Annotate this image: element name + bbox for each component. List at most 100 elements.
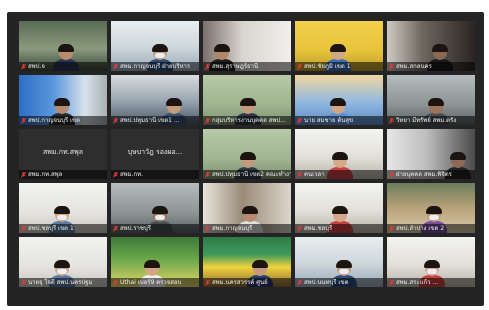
participant-name: สพป.ปทุมธานี เขต2 คณะทำงาน <box>212 171 291 178</box>
participant-name: สพม.กาญจนบุรี <box>212 225 253 232</box>
participant-name: สพป.ชัยภูมิ เขต 1 <box>304 63 351 70</box>
participant-name: สพม.สระแก้ว ... <box>396 279 439 286</box>
mic-muted-icon <box>205 171 210 178</box>
mic-muted-icon <box>21 225 26 232</box>
participant-name-bar: นาย สมชาย ต้นสุข <box>295 116 383 125</box>
participant-name-bar: Uthai เบอร์9 ตรวจสอบ <box>111 278 199 287</box>
participant-tile[interactable]: สพป.ปทุมธานี เขต1 ... <box>111 75 199 125</box>
participant-tile[interactable]: ฝ่ายบุคคล สพม.พิจิตร <box>387 129 475 179</box>
mic-muted-icon <box>389 171 394 178</box>
participant-gallery: สพป.จ สพม.กาญจนบุรี ฝ่ายบริหาร สพม.สุราษฎร… <box>19 21 475 287</box>
participant-name: กลุ่มบริหารงานบุคคล สพป... <box>212 117 286 124</box>
participant-name-bar: สพม.กท. <box>111 170 199 179</box>
participant-name-bar: สพป.ชัยภูมิ เขต 1 <box>295 62 383 71</box>
mic-muted-icon <box>205 225 210 232</box>
participant-name: สพม.กาญจนบุรี ฝ่ายบริหาร <box>120 63 191 70</box>
mic-muted-icon <box>113 171 118 178</box>
participant-name-bar: สพป.ราชบุรี <box>111 224 199 233</box>
participant-name-bar: สพป.กาญจนบุรี เขต <box>19 116 107 125</box>
mic-muted-icon <box>389 63 394 70</box>
participant-tile[interactable]: สพม.กาญจนบุรี <box>203 183 291 233</box>
meeting-window: สพป.จ สพม.กาญจนบุรี ฝ่ายบริหาร สพม.สุราษฎร… <box>7 12 484 306</box>
mic-muted-icon <box>205 117 210 124</box>
participant-tile[interactable]: สพม.สระแก้ว ... <box>387 237 475 287</box>
participant-name-bar: ฝ่ายบุคคล สพม.พิจิตร <box>387 170 475 179</box>
participant-tile[interactable]: กลุ่มบริหารงานบุคคล สพป... <box>203 75 291 125</box>
participant-name: สพม.กท.สพุล <box>28 171 63 178</box>
participant-name: สพป.ปทุมธานี เขต1 ... <box>120 117 180 124</box>
participant-tile[interactable]: สพป.กาญจนบุรี เขต <box>19 75 107 125</box>
participant-tile[interactable]: สพป.ชัยภูมิ เขต 1 <box>295 21 383 71</box>
mic-muted-icon <box>113 279 118 286</box>
participant-tile[interactable]: สพป.ชลบุรี เขต 1 <box>19 183 107 233</box>
mic-muted-icon <box>21 117 26 124</box>
participant-tile[interactable]: สพม.กาญจนบุรี ฝ่ายบริหาร <box>111 21 199 71</box>
participant-name: สพม.สกลนคร <box>396 63 432 70</box>
mic-muted-icon <box>113 225 118 232</box>
participant-name: ฝ่ายบุคคล สพม.พิจิตร <box>396 171 452 178</box>
participant-tile[interactable]: นายจุ ใจดี สพป.นครปฐม <box>19 237 107 287</box>
mic-muted-icon <box>113 63 118 70</box>
participant-tile[interactable]: คนเวลา <box>295 129 383 179</box>
participant-name-bar: วิทยา มีทรัพย์ สพม.ตรัง <box>387 116 475 125</box>
participant-tile[interactable]: สพม.ชลบุรี <box>295 183 383 233</box>
participant-name: คนเวลา <box>304 171 325 178</box>
participant-name-bar: สพม.ชลบุรี <box>295 224 383 233</box>
mic-muted-icon <box>389 117 394 124</box>
participant-name-bar: กลุ่มบริหารงานบุคคล สพป... <box>203 116 291 125</box>
participant-name-bar: สพป.ปทุมธานี เขต2 คณะทำงาน <box>203 170 291 179</box>
participant-name-bar: สพป.ชลบุรี เขต 1 <box>19 224 107 233</box>
participant-name-bar: สพม.นครสวรรค์ ศูนย์ <box>203 278 291 287</box>
participant-tile[interactable]: สพป.ปทุมธานี เขต2 คณะทำงาน <box>203 129 291 179</box>
participant-tile[interactable]: สพม.นครสวรรค์ ศูนย์ <box>203 237 291 287</box>
mic-muted-icon <box>297 225 302 232</box>
participant-name: สพป.ราชบุรี <box>120 225 152 232</box>
participant-tile[interactable]: นาย สมชาย ต้นสุข <box>295 75 383 125</box>
mic-muted-icon <box>21 171 26 178</box>
participant-name: วิทยา มีทรัพย์ สพม.ตรัง <box>396 117 457 124</box>
participant-tile[interactable]: สพม.กท.สพุล สพม.กท.สพุล <box>19 129 107 179</box>
participant-name-bar: สพป.จ <box>19 62 107 71</box>
mic-muted-icon <box>21 279 26 286</box>
participant-name: สพม.สุราษฎร์ธานี <box>212 63 259 70</box>
mic-muted-icon <box>297 117 302 124</box>
participant-name-bar: สพป.ปทุมธานี เขต1 ... <box>111 116 199 125</box>
participant-name-bar: สพม.สกลนคร <box>387 62 475 71</box>
participant-name: สพม.นครสวรรค์ ศูนย์ <box>212 279 268 286</box>
participant-name: สพป.จ <box>28 63 45 70</box>
participant-name: สพม.กท. <box>120 171 143 178</box>
mic-muted-icon <box>205 63 210 70</box>
participant-name-bar: สพม.สุราษฎร์ธานี <box>203 62 291 71</box>
mic-muted-icon <box>297 63 302 70</box>
participant-name-bar: สพม.กาญจนบุรี <box>203 224 291 233</box>
participant-tile[interactable]: สพป.ลำปาง เขต 2 <box>387 183 475 233</box>
participant-name-bar: สพป.นนทบุรี เขต <box>295 278 383 287</box>
mic-muted-icon <box>389 279 394 286</box>
participant-tile[interactable]: สพม.สกลนคร <box>387 21 475 71</box>
participant-name: สพป.ชลบุรี เขต 1 <box>28 225 74 232</box>
mic-muted-icon <box>205 279 210 286</box>
participant-name-bar: สพป.ลำปาง เขต 2 <box>387 224 475 233</box>
participant-tile[interactable]: Uthai เบอร์9 ตรวจสอบ <box>111 237 199 287</box>
participant-name-bar: สพม.กาญจนบุรี ฝ่ายบริหาร <box>111 62 199 71</box>
participant-tile[interactable]: สพป.จ <box>19 21 107 71</box>
participant-display-name: สพม.กท.สพุล <box>43 148 83 156</box>
participant-name-bar: นายจุ ใจดี สพป.นครปฐม <box>19 278 107 287</box>
participant-name: สพม.ชลบุรี <box>304 225 333 232</box>
participant-tile[interactable]: สพป.ราชบุรี <box>111 183 199 233</box>
participant-tile[interactable]: สพป.นนทบุรี เขต <box>295 237 383 287</box>
participant-tile[interactable]: สพม.สุราษฎร์ธานี <box>203 21 291 71</box>
participant-name: สพป.กาญจนบุรี เขต <box>28 117 81 124</box>
participant-name: Uthai เบอร์9 ตรวจสอบ <box>120 279 182 286</box>
participant-name-bar: คนเวลา <box>295 170 383 179</box>
participant-name-bar: สพม.กท.สพุล <box>19 170 107 179</box>
participant-name: นายจุ ใจดี สพป.นครปฐม <box>28 279 93 286</box>
mic-muted-icon <box>113 117 118 124</box>
participant-tile[interactable]: วิทยา มีทรัพย์ สพม.ตรัง <box>387 75 475 125</box>
participant-name: นาย สมชาย ต้นสุข <box>304 117 354 124</box>
mic-muted-icon <box>21 63 26 70</box>
mic-muted-icon <box>389 225 394 232</box>
participant-tile[interactable]: บุษบาวัฎ รองผอ... สพม.กท. <box>111 129 199 179</box>
participant-display-name: บุษบาวัฎ รองผอ... <box>127 148 183 156</box>
participant-name-bar: สพม.สระแก้ว ... <box>387 278 475 287</box>
